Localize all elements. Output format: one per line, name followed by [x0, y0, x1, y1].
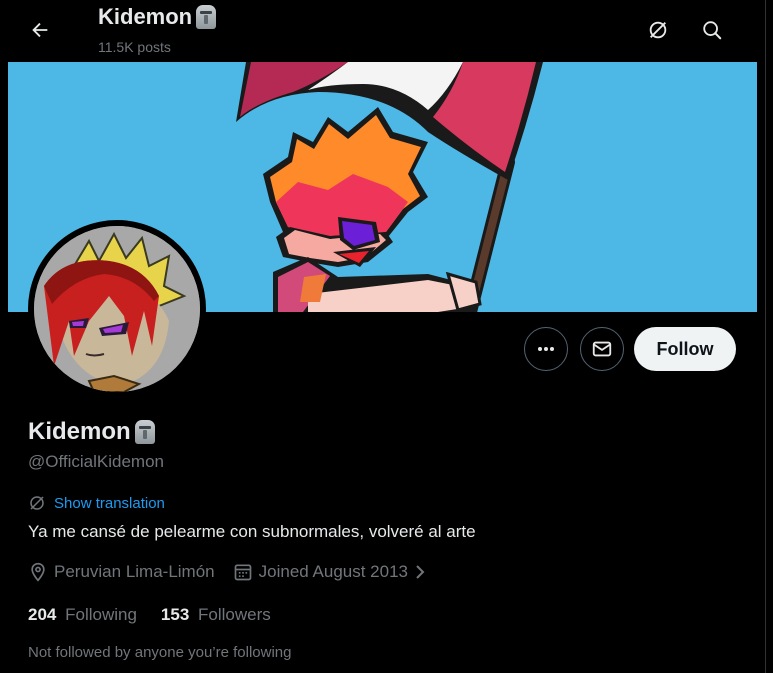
arrow-left-icon — [32, 22, 48, 38]
avatar[interactable] — [34, 226, 200, 392]
more-icon — [538, 347, 554, 351]
avatar-artwork — [34, 226, 200, 392]
follow-stats: 204 Following 153 Followers — [28, 605, 295, 625]
top-bar: Kidemon 11.5K posts — [0, 0, 765, 62]
scrollbar[interactable] — [766, 0, 773, 673]
follow-button[interactable]: Follow — [634, 327, 736, 371]
chevron-right-icon — [416, 565, 425, 579]
translate-icon — [649, 21, 667, 39]
header-title-text: Kidemon — [98, 4, 193, 29]
bio: Ya me cansé de pelearme con subnormales,… — [28, 522, 476, 541]
followers-link[interactable]: 153 Followers — [161, 605, 271, 625]
joined-item[interactable]: Joined August 2013 — [233, 562, 434, 582]
location-text: Peruvian Lima-Limón — [54, 562, 215, 581]
calendar-icon — [234, 564, 251, 581]
back-button[interactable] — [22, 12, 58, 48]
translate-icon — [30, 496, 44, 510]
translate-button[interactable] — [640, 12, 676, 48]
show-translation-label: Show translation — [54, 494, 165, 512]
not-followed-notice: Not followed by anyone you’re following — [28, 644, 292, 661]
profile-page: Kidemon 11.5K posts Follow Kidemon @Offi… — [0, 0, 766, 673]
joined-text: Joined August 2013 — [258, 562, 408, 581]
display-name: Kidemon — [28, 418, 155, 446]
following-label: Following — [65, 605, 137, 624]
show-translation-link[interactable]: Show translation — [28, 494, 165, 512]
location-pin-icon — [31, 562, 45, 582]
followers-count: 153 — [160, 605, 190, 624]
followers-label: Followers — [198, 605, 271, 624]
message-button[interactable] — [580, 327, 624, 371]
header-title: Kidemon — [98, 4, 217, 30]
location-item: Peruvian Lima-Limón — [28, 562, 215, 582]
more-button[interactable] — [524, 327, 568, 371]
profile-meta: Peruvian Lima-Limón Joined August 2013 — [28, 562, 452, 582]
moai-emoji-icon — [196, 5, 217, 29]
search-icon — [703, 21, 722, 40]
moai-emoji-icon — [134, 420, 155, 444]
posts-count: 11.5K posts — [98, 39, 171, 55]
envelope-icon — [592, 341, 612, 357]
display-name-text: Kidemon — [28, 418, 131, 445]
following-count: 204 — [28, 605, 57, 624]
following-link[interactable]: 204 Following — [28, 605, 137, 625]
search-button[interactable] — [694, 12, 730, 48]
handle: @OfficialKidemon — [28, 452, 164, 471]
